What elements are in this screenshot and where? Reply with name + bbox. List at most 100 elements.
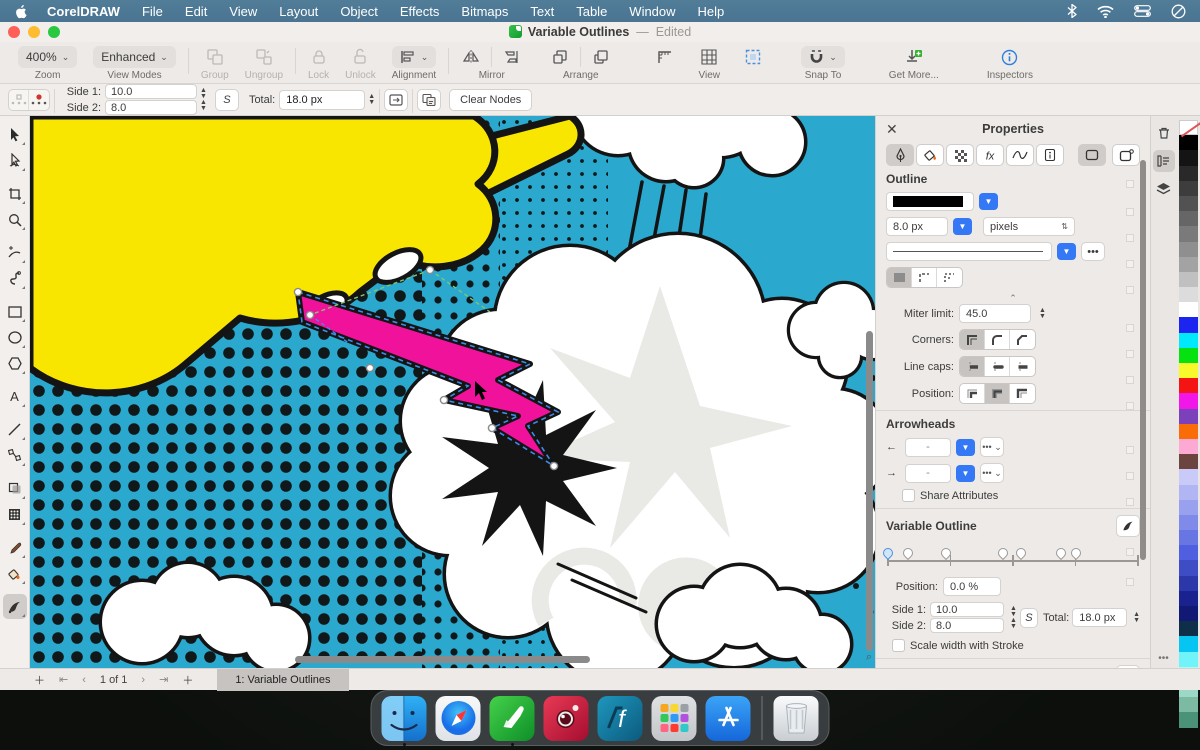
palette-swatch-31[interactable] <box>1178 590 1198 606</box>
alignment-dropdown[interactable]: ⌄ <box>391 46 437 68</box>
palette-swatch-39[interactable] <box>1178 712 1198 728</box>
page-tab[interactable]: 1: Variable Outlines <box>217 668 349 691</box>
arrowhead-start-select[interactable]: - <box>905 437 951 457</box>
collapse-chevron[interactable]: ⌃ <box>886 294 1140 304</box>
palette-swatch-26[interactable] <box>1178 514 1198 531</box>
grid-icon[interactable] <box>699 47 719 67</box>
arrowhead-end-dropdown[interactable]: ▼ <box>956 464 975 482</box>
ellipse-tool[interactable] <box>3 325 27 350</box>
menu-item-window[interactable]: Window <box>629 4 675 19</box>
mirror-horizontal-icon[interactable] <box>461 47 481 67</box>
palette-swatch-16[interactable] <box>1178 363 1198 379</box>
dock-app-store-icon[interactable] <box>705 695 751 741</box>
tab-summary[interactable] <box>1036 144 1064 166</box>
frame-button[interactable] <box>1078 144 1106 166</box>
palette-swatch-28[interactable] <box>1178 545 1198 561</box>
vo-total-input[interactable]: 18.0 px <box>1072 608 1128 627</box>
palette-swatch-4[interactable] <box>1178 180 1198 196</box>
outline-units-select[interactable]: pixels ⇅ <box>983 217 1075 236</box>
vo-slider-node-4[interactable] <box>1013 545 1028 561</box>
palette-swatch-19[interactable] <box>1178 408 1198 424</box>
bezier-tool[interactable] <box>3 266 27 291</box>
group-button[interactable]: Group <box>201 46 229 81</box>
tab-envelope[interactable] <box>1006 144 1034 166</box>
rulers-icon[interactable] <box>655 47 675 67</box>
page-border-icon[interactable] <box>743 47 763 67</box>
strip-more-icon[interactable]: ••• <box>1158 653 1169 664</box>
inspectors-button[interactable]: Inspectors <box>987 46 1033 81</box>
palette-swatch-29[interactable] <box>1178 560 1198 576</box>
zoom-tool[interactable] <box>3 207 27 232</box>
variable-outline-toggle-button[interactable] <box>1116 515 1140 537</box>
clear-nodes-button[interactable]: Clear Nodes <box>449 88 533 111</box>
dock-safari-icon[interactable] <box>435 695 481 741</box>
frame-options-button[interactable] <box>1112 144 1140 166</box>
palette-swatch-22[interactable] <box>1178 454 1198 470</box>
scale-width-checkbox[interactable] <box>892 639 905 652</box>
vo-slider-node-5[interactable] <box>1053 545 1068 561</box>
menu-item-file[interactable]: File <box>142 4 163 19</box>
vo-side-steppers[interactable]: ▲ ▼ ▲ ▼ <box>1010 605 1017 630</box>
miter-stepper[interactable]: ▲ ▼ <box>1039 307 1046 320</box>
corner-round-button[interactable] <box>985 330 1010 349</box>
lock-button[interactable]: Lock <box>308 46 329 81</box>
menu-item-help[interactable]: Help <box>698 4 725 19</box>
vo-slider-node-1[interactable] <box>900 545 916 561</box>
get-more-button[interactable]: Get More... <box>889 46 939 81</box>
tab-transparency[interactable] <box>946 144 974 166</box>
palette-swatch-5[interactable] <box>1178 195 1198 212</box>
arrowhead-end-select[interactable]: - <box>905 463 951 483</box>
wifi-icon[interactable] <box>1097 5 1114 18</box>
menu-item-edit[interactable]: Edit <box>185 4 207 19</box>
side1-input[interactable]: 10.0 <box>105 84 197 99</box>
menu-item-table[interactable]: Table <box>576 4 607 19</box>
menu-item-text[interactable]: Text <box>530 4 554 19</box>
outline-style-more-button[interactable]: ••• <box>1081 242 1105 261</box>
transparency-tool[interactable] <box>3 476 27 501</box>
corner-miter-button[interactable] <box>960 330 985 349</box>
menu-item-coreldraw[interactable]: CorelDRAW <box>47 4 120 19</box>
link-sides-button[interactable]: S <box>214 88 239 111</box>
delete-inspector-icon[interactable] <box>1153 122 1175 144</box>
crop-tool[interactable] <box>3 181 27 206</box>
palette-swatch-35[interactable] <box>1178 651 1198 667</box>
properties-inspector-tab[interactable] <box>1152 150 1175 172</box>
smart-fill-tool[interactable] <box>3 561 27 586</box>
menu-item-bitmaps[interactable]: Bitmaps <box>461 4 508 19</box>
vo-slider-node-3[interactable] <box>995 545 1011 561</box>
variable-outline-slider[interactable] <box>880 543 1139 573</box>
first-page-button[interactable]: ⇤ <box>59 673 68 686</box>
outline-color-dropdown[interactable]: ▼ <box>979 193 998 210</box>
palette-swatch-6[interactable] <box>1178 211 1198 227</box>
view-modes-dropdown[interactable]: Enhanced ⌄ <box>93 46 176 68</box>
line-tool[interactable] <box>3 417 27 442</box>
unlock-button[interactable]: Unlock <box>345 46 376 81</box>
shape-edit-tool[interactable] <box>3 148 27 173</box>
position-inside-button[interactable] <box>960 384 985 403</box>
dock-finder-icon[interactable] <box>381 695 427 741</box>
outline-color-swatch[interactable] <box>886 192 974 211</box>
remove-node-icon[interactable] <box>29 90 49 110</box>
palette-swatch-32[interactable] <box>1178 606 1198 622</box>
layers-inspector-tab[interactable] <box>1153 178 1175 200</box>
dock-font-manager-icon[interactable]: f <box>597 695 643 741</box>
next-page-button[interactable]: › <box>141 674 145 686</box>
vo-total-stepper[interactable]: ▲ ▼ <box>1133 611 1140 624</box>
palette-swatch-18[interactable] <box>1178 393 1198 409</box>
mirror-vertical-icon[interactable] <box>502 47 522 67</box>
palette-swatch-23[interactable] <box>1178 469 1198 485</box>
vo-side2-input[interactable]: 8.0 <box>930 618 1004 633</box>
apple-menu-icon[interactable] <box>14 4 29 19</box>
side2-input[interactable]: 8.0 <box>105 100 197 115</box>
side-steppers[interactable]: ▲ ▼ ▲ ▼ <box>200 87 207 112</box>
position-outside-button[interactable] <box>1010 384 1035 403</box>
to-front-icon[interactable] <box>550 47 570 67</box>
palette-swatch-21[interactable] <box>1178 438 1198 455</box>
add-page-button[interactable]: ＋ <box>34 672 45 688</box>
palette-swatch-27[interactable] <box>1178 530 1198 546</box>
outline-option-3[interactable] <box>937 268 962 287</box>
tab-fill[interactable] <box>916 144 944 166</box>
vo-position-input[interactable]: 0.0 % <box>943 577 1001 596</box>
palette-swatch-8[interactable] <box>1178 241 1198 257</box>
vo-slider-node-0[interactable] <box>880 545 896 561</box>
